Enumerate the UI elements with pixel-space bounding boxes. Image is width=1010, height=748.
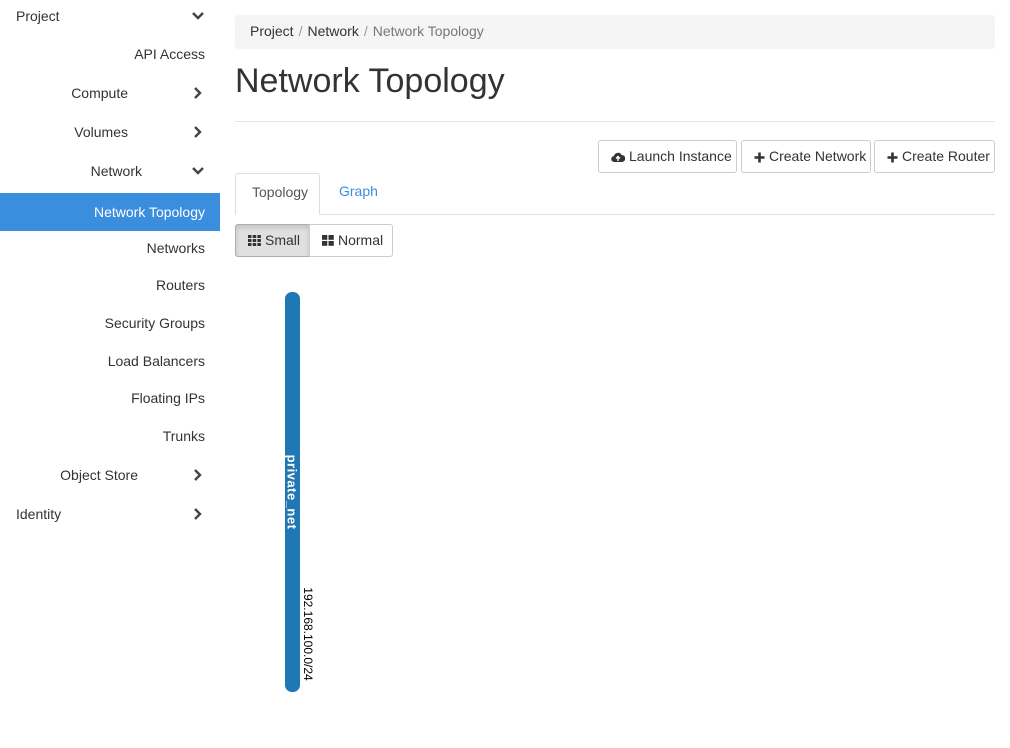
normal-size-label: Normal: [338, 232, 384, 248]
small-size-button[interactable]: Small: [235, 224, 310, 257]
sidebar-item-label: Network Topology: [93, 204, 205, 220]
sidebar-item-volumes[interactable]: Volumes: [0, 113, 220, 151]
sidebar-item-label: Project: [16, 8, 60, 24]
launch-instance-button[interactable]: Launch Instance: [598, 140, 737, 173]
sidebar-item-compute[interactable]: Compute: [0, 74, 220, 112]
network-name-label: private_net: [284, 454, 300, 530]
chevron-right-icon: [191, 86, 205, 100]
view-tabs: Topology Graph: [235, 173, 995, 215]
plus-icon: [754, 143, 765, 174]
tab-graph[interactable]: Graph: [323, 173, 394, 214]
sidebar-item-trunks[interactable]: Trunks: [0, 417, 220, 455]
launch-instance-label: Launch Instance: [629, 148, 732, 164]
sidebar-item-network[interactable]: Network: [0, 152, 220, 190]
breadcrumb-item-project[interactable]: Project: [250, 23, 294, 39]
topology-canvas: private_net 192.168.100.0/24: [235, 270, 995, 710]
chevron-right-icon: [191, 507, 205, 521]
breadcrumb-separator: /: [298, 23, 303, 39]
sidebar-item-network-topology[interactable]: Network Topology: [0, 193, 220, 231]
chevron-right-icon: [191, 468, 205, 482]
sidebar-item-load-balancers[interactable]: Load Balancers: [0, 342, 220, 380]
sidebar-item-project[interactable]: Project: [0, 0, 220, 35]
sidebar-item-object-store[interactable]: Object Store: [0, 456, 220, 494]
sidebar-item-label: Network: [90, 163, 142, 179]
breadcrumb-current: Network Topology: [372, 23, 484, 39]
chevron-down-icon: [191, 164, 205, 178]
chevron-down-icon: [191, 9, 205, 23]
sidebar-item-label: Networks: [146, 240, 205, 256]
sidebar-item-label: API Access: [134, 46, 205, 62]
normal-size-button[interactable]: Normal: [309, 224, 393, 257]
breadcrumb: Project / Network / Network Topology: [235, 15, 995, 49]
sidebar-item-label: Identity: [16, 506, 62, 522]
sidebar: Project API Access Compute Volumes Netwo…: [0, 0, 220, 748]
network-cidr-label: 192.168.100.0/24: [301, 587, 315, 681]
grid-large-icon: [322, 226, 334, 257]
create-network-button[interactable]: Create Network: [741, 140, 871, 173]
sidebar-item-label: Load Balancers: [107, 353, 205, 369]
sidebar-item-label: Routers: [155, 277, 205, 293]
sidebar-item-security-groups[interactable]: Security Groups: [0, 304, 220, 342]
sidebar-item-label: Volumes: [74, 124, 128, 140]
create-network-label: Create Network: [769, 148, 867, 164]
tab-topology[interactable]: Topology: [235, 173, 320, 215]
small-size-label: Small: [265, 232, 301, 248]
sidebar-item-routers[interactable]: Routers: [0, 266, 220, 304]
plus-icon: [887, 143, 898, 174]
create-router-label: Create Router: [902, 148, 990, 164]
sidebar-item-label: Compute: [71, 85, 128, 101]
sidebar-item-api-access[interactable]: API Access: [0, 35, 220, 73]
sidebar-item-label: Trunks: [162, 428, 205, 444]
breadcrumb-item-network[interactable]: Network: [307, 23, 358, 39]
grid-small-icon: [248, 226, 261, 257]
create-router-button[interactable]: Create Router: [874, 140, 995, 173]
sidebar-item-identity[interactable]: Identity: [0, 495, 220, 533]
chevron-right-icon: [191, 125, 205, 139]
sidebar-item-floating-ips[interactable]: Floating IPs: [0, 379, 220, 417]
sidebar-item-networks[interactable]: Networks: [0, 229, 220, 267]
sidebar-item-label: Object Store: [60, 467, 138, 483]
sidebar-item-label: Floating IPs: [131, 390, 205, 406]
page-title: Network Topology: [235, 62, 505, 100]
title-divider: [235, 121, 995, 122]
sidebar-item-label: Security Groups: [104, 315, 205, 331]
cloud-upload-icon: [611, 143, 626, 174]
breadcrumb-separator: /: [363, 23, 368, 39]
